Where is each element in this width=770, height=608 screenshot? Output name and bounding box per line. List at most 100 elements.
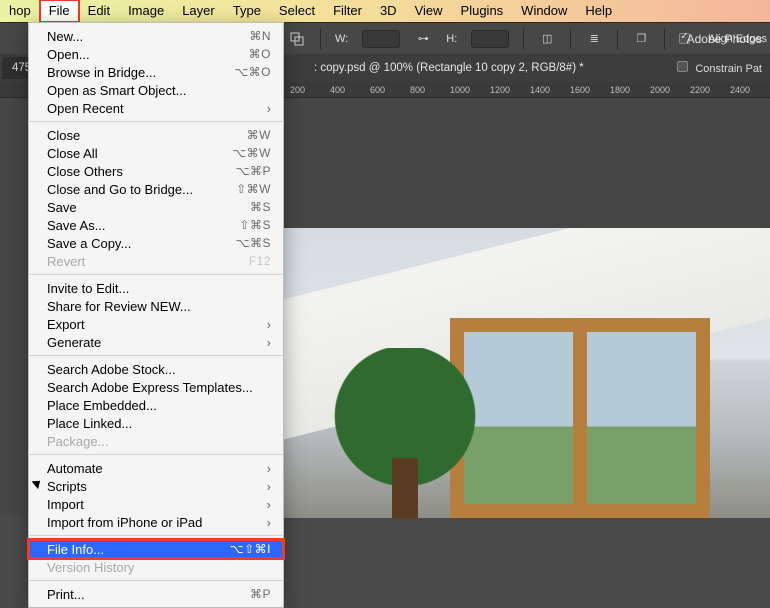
menu-edit[interactable]: Edit bbox=[79, 0, 119, 22]
menu-item-search-adobe-express-templates[interactable]: Search Adobe Express Templates... bbox=[29, 378, 283, 396]
menu-item-shortcut: ⌘N bbox=[249, 29, 271, 43]
arrange-icon[interactable]: ❐ bbox=[632, 30, 650, 48]
menu-item-label: Version History bbox=[47, 560, 134, 575]
menu-item-shortcut: ⌘P bbox=[250, 587, 271, 601]
menu-item-shortcut: ⌥⌘W bbox=[232, 146, 271, 160]
menu-item-new[interactable]: New... ⌘N bbox=[29, 27, 283, 45]
menu-item-save[interactable]: Save⌘S bbox=[29, 198, 283, 216]
shape-combine-icon[interactable]: ◫ bbox=[538, 30, 556, 48]
ruler-tick: 1000 bbox=[448, 85, 488, 95]
ruler-tick: 1800 bbox=[608, 85, 648, 95]
ruler-tick: 400 bbox=[328, 85, 368, 95]
menu-item-open-as-smart-object[interactable]: Open as Smart Object... bbox=[29, 81, 283, 99]
menu-image[interactable]: Image bbox=[119, 0, 173, 22]
menu-item-shortcut: F12 bbox=[249, 254, 271, 268]
menu-layer[interactable]: Layer bbox=[173, 0, 224, 22]
menu-item-label: Close bbox=[47, 128, 80, 143]
menu-item-open[interactable]: Open...⌘O bbox=[29, 45, 283, 63]
menu-item-package: Package... bbox=[29, 432, 283, 450]
app-menu-partial[interactable]: hop bbox=[0, 0, 40, 22]
menu-separator bbox=[29, 121, 283, 122]
menu-item-label: Save As... bbox=[47, 218, 106, 233]
menu-item-generate[interactable]: Generate bbox=[29, 333, 283, 351]
ruler-tick: 2400 bbox=[728, 85, 768, 95]
link-wh-icon[interactable]: ⊶ bbox=[414, 30, 432, 48]
menu-item-label: Revert bbox=[47, 254, 85, 269]
menu-separator bbox=[29, 535, 283, 536]
menu-item-label: File Info... bbox=[47, 542, 104, 557]
menu-help[interactable]: Help bbox=[576, 0, 621, 22]
menu-item-shortcut: ⇧⌘W bbox=[236, 182, 271, 196]
menu-item-version-history: Version History bbox=[29, 558, 283, 576]
menu-item-shortcut: ⌘W bbox=[247, 128, 271, 142]
menu-filter[interactable]: Filter bbox=[324, 0, 371, 22]
width-field[interactable] bbox=[362, 30, 400, 48]
menu-item-share-for-review-new[interactable]: Share for Review NEW... bbox=[29, 297, 283, 315]
menu-item-close-all[interactable]: Close All⌥⌘W bbox=[29, 144, 283, 162]
constrain-checkbox[interactable] bbox=[677, 61, 688, 72]
menu-item-revert: Revert F12 bbox=[29, 252, 283, 270]
menu-item-label: Import bbox=[47, 497, 84, 512]
menu-item-close-and-go-to-bridge[interactable]: Close and Go to Bridge... ⇧⌘W bbox=[29, 180, 283, 198]
menu-item-label: Open Recent bbox=[47, 101, 124, 116]
menu-item-invite-to-edit[interactable]: Invite to Edit... bbox=[29, 279, 283, 297]
menu-item-scripts[interactable]: Scripts bbox=[29, 477, 283, 495]
menu-item-export[interactable]: Export bbox=[29, 315, 283, 333]
app-title-partial: Adobe Photos bbox=[687, 23, 762, 55]
menu-separator bbox=[29, 580, 283, 581]
photo-door bbox=[450, 318, 710, 518]
menu-item-shortcut: ⌥⌘S bbox=[236, 236, 271, 250]
menu-3d[interactable]: 3D bbox=[371, 0, 406, 22]
menu-item-close[interactable]: Close ⌘W bbox=[29, 126, 283, 144]
file-menu-dropdown: New... ⌘N Open...⌘OBrowse in Bridge...⌥⌘O O… bbox=[28, 22, 284, 608]
menu-view[interactable]: View bbox=[406, 0, 452, 22]
ruler-tick: 600 bbox=[368, 85, 408, 95]
menu-item-label: Close and Go to Bridge... bbox=[47, 182, 193, 197]
ruler-tick: 2200 bbox=[688, 85, 728, 95]
height-label: H: bbox=[446, 33, 457, 45]
menu-item-print[interactable]: Print... ⌘P bbox=[29, 585, 283, 603]
photo-plant bbox=[330, 348, 480, 518]
menu-item-label: Generate bbox=[47, 335, 101, 350]
menu-select[interactable]: Select bbox=[270, 0, 324, 22]
menu-item-import-from-iphone-or-ipad[interactable]: Import from iPhone or iPad bbox=[29, 513, 283, 531]
menu-plugins[interactable]: Plugins bbox=[452, 0, 513, 22]
menu-item-browse-in-bridge[interactable]: Browse in Bridge...⌥⌘O bbox=[29, 63, 283, 81]
height-field[interactable] bbox=[471, 30, 509, 48]
align-icon[interactable]: ≣ bbox=[585, 30, 603, 48]
menu-item-label: New... bbox=[47, 29, 83, 44]
menu-file[interactable]: File bbox=[40, 0, 79, 22]
menu-item-place-linked[interactable]: Place Linked... bbox=[29, 414, 283, 432]
menu-item-label: Save bbox=[47, 200, 77, 215]
menu-item-automate[interactable]: Automate bbox=[29, 459, 283, 477]
width-label: W: bbox=[335, 33, 348, 45]
menu-separator bbox=[29, 274, 283, 275]
menu-item-save-a-copy[interactable]: Save a Copy...⌥⌘S bbox=[29, 234, 283, 252]
menu-item-search-adobe-stock[interactable]: Search Adobe Stock... bbox=[29, 360, 283, 378]
menu-item-open-recent[interactable]: Open Recent bbox=[29, 99, 283, 117]
menu-item-label: Scripts bbox=[47, 479, 87, 494]
menu-item-close-others[interactable]: Close Others⌥⌘P bbox=[29, 162, 283, 180]
ruler-tick: 2000 bbox=[648, 85, 688, 95]
menu-type[interactable]: Type bbox=[224, 0, 270, 22]
menu-item-label: Close Others bbox=[47, 164, 123, 179]
ruler-tick: 1600 bbox=[568, 85, 608, 95]
menu-item-label: Share for Review NEW... bbox=[47, 299, 191, 314]
menu-item-shortcut: ⌥⇧⌘I bbox=[230, 542, 271, 556]
menu-item-shortcut: ⌘O bbox=[249, 47, 271, 61]
menu-item-label: Search Adobe Stock... bbox=[47, 362, 176, 377]
document-title: : copy.psd @ 100% (Rectangle 10 copy 2, … bbox=[314, 62, 584, 74]
path-ops-icon[interactable] bbox=[288, 30, 306, 48]
ruler-tick: 200 bbox=[288, 85, 328, 95]
menu-item-label: Place Embedded... bbox=[47, 398, 157, 413]
menu-item-label: Open as Smart Object... bbox=[47, 83, 186, 98]
menu-item-file-info[interactable]: File Info... ⌥⇧⌘I bbox=[29, 540, 283, 558]
menu-item-save-as[interactable]: Save As...⇧⌘S bbox=[29, 216, 283, 234]
menu-item-label: Invite to Edit... bbox=[47, 281, 129, 296]
menu-item-label: Print... bbox=[47, 587, 85, 602]
menu-bar: hop File Edit Image Layer Type Select Fi… bbox=[0, 0, 770, 22]
constrain-label: Constrain Pat bbox=[695, 63, 762, 75]
menu-item-import[interactable]: Import bbox=[29, 495, 283, 513]
menu-item-place-embedded[interactable]: Place Embedded... bbox=[29, 396, 283, 414]
menu-window[interactable]: Window bbox=[512, 0, 576, 22]
